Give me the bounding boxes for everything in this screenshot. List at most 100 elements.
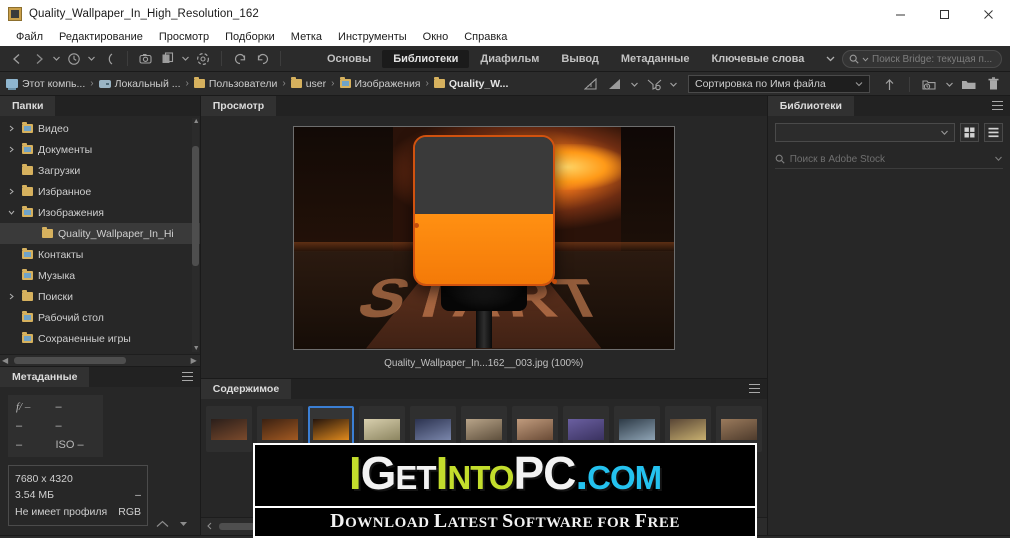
scroll-right-icon[interactable]: ▶ — [191, 356, 197, 365]
menu-help[interactable]: Справка — [456, 28, 515, 46]
filter-dropdown-icon[interactable] — [628, 73, 641, 95]
minimize-icon[interactable] — [878, 0, 922, 28]
refine-dropdown-icon[interactable] — [179, 48, 192, 70]
scrollbar-thumb[interactable] — [191, 146, 199, 266]
scroll-down-icon[interactable]: ▼ — [193, 345, 200, 352]
tree-item-label: Рабочий стол — [38, 311, 104, 324]
forward-icon[interactable] — [28, 48, 50, 70]
menu-label[interactable]: Метка — [283, 28, 330, 46]
scroll-left-icon[interactable]: ◀ — [2, 356, 8, 365]
new-folder-dropdown-icon[interactable] — [943, 73, 956, 95]
tree-item-favorites[interactable]: Избранное — [0, 181, 200, 202]
chevron-right-icon[interactable] — [8, 125, 15, 132]
funnel-dropdown-icon[interactable] — [667, 73, 680, 95]
menu-window[interactable]: Окно — [415, 28, 457, 46]
search-input[interactable]: Поиск Bridge: текущая п... — [842, 50, 1002, 68]
delete-trash-icon[interactable] — [982, 73, 1004, 95]
content-scroll-left-icon[interactable] — [206, 521, 213, 533]
folder-tree-horizontal-scrollbar[interactable]: ◀ ▶ — [0, 354, 200, 366]
sort-dropdown[interactable]: Сортировка по Имя файла — [688, 75, 870, 93]
library-select-dropdown[interactable] — [774, 123, 955, 142]
library-list-view-button[interactable] — [984, 123, 1003, 142]
thumbnail-cell[interactable] — [205, 406, 252, 452]
tab-preview[interactable]: Просмотр — [200, 96, 277, 116]
tree-item-label: Избранное — [38, 185, 92, 198]
library-grid-view-button[interactable] — [960, 123, 979, 142]
filter-funnel-icon[interactable] — [643, 73, 665, 95]
toolbar-divider-3 — [280, 51, 281, 66]
menu-tools[interactable]: Инструменты — [330, 28, 415, 46]
breadcrumb-item-current-folder[interactable]: Quality_W... — [433, 77, 508, 90]
tree-item-documents[interactable]: Документы — [0, 139, 200, 160]
recent-folders-icon[interactable] — [63, 48, 85, 70]
tree-item-video[interactable]: Видео — [0, 118, 200, 139]
camera-import-icon[interactable] — [135, 48, 157, 70]
breadcrumb-separator: › — [425, 78, 429, 89]
breadcrumb-item-computer[interactable]: Этот компь... — [6, 78, 85, 90]
preview-box-peg-left — [413, 222, 419, 228]
refine-icon[interactable] — [157, 48, 179, 70]
libraries-panel-menu-icon[interactable] — [992, 101, 1003, 110]
tab-libraries[interactable]: Библиотеки — [767, 96, 854, 116]
tab-folders[interactable]: Папки — [0, 96, 56, 116]
new-folder-icon[interactable] — [958, 73, 980, 95]
tree-item-downloads[interactable]: Загрузки — [0, 160, 200, 181]
workspace-essentials[interactable]: Основы — [316, 50, 382, 68]
folder-tree-vertical-scrollbar[interactable]: ▲ ▼ — [191, 118, 200, 352]
tree-item-saved-games[interactable]: Сохраненные игры — [0, 328, 200, 349]
menu-file[interactable]: Файл — [8, 28, 51, 46]
tab-metadata[interactable]: Метаданные — [0, 367, 90, 387]
rotate-right-icon[interactable] — [251, 48, 273, 70]
menu-view[interactable]: Просмотр — [151, 28, 217, 46]
workspace-keywords[interactable]: Ключевые слова — [700, 50, 815, 68]
workspace-filmstrip[interactable]: Диафильм — [469, 50, 550, 68]
rotate-left-icon[interactable] — [229, 48, 251, 70]
back-icon[interactable] — [6, 48, 28, 70]
preview-image[interactable]: START — [292, 125, 675, 350]
history-dropdown-icon[interactable] — [50, 48, 63, 70]
open-in-camera-raw-icon[interactable] — [192, 48, 214, 70]
sort-ascending-icon[interactable] — [878, 73, 900, 95]
computer-icon — [6, 79, 18, 90]
libraries-controls-row — [774, 123, 1003, 142]
tree-item-quality-wallpaper[interactable]: Quality_Wallpaper_In_Hi — [0, 223, 200, 244]
content-panel-menu-icon[interactable] — [748, 384, 760, 393]
filter-rating-icon[interactable] — [580, 73, 602, 95]
parent-folder-icon[interactable] — [98, 48, 120, 70]
metadata-panel-menu-icon[interactable] — [181, 372, 193, 381]
breadcrumb-item-drive[interactable]: Локальный ... — [98, 78, 180, 90]
tree-item-searches[interactable]: Поиски — [0, 286, 200, 307]
metadata-more-icon[interactable] — [179, 519, 188, 531]
breadcrumb-item-users[interactable]: Пользователи — [193, 77, 277, 90]
new-folder-timed-icon[interactable] — [919, 73, 941, 95]
filter-icon[interactable] — [604, 73, 626, 95]
close-icon[interactable] — [966, 0, 1010, 28]
chevron-right-icon[interactable] — [8, 188, 15, 195]
menu-edit[interactable]: Редактирование — [51, 28, 151, 46]
contacts-folder-icon — [22, 248, 33, 259]
metadata-panel: Метаданные f/ – – – – – ISO – 7680 x 432… — [0, 366, 200, 535]
scrollbar-thumb-h[interactable] — [14, 357, 126, 364]
tree-item-contacts[interactable]: Контакты — [0, 244, 200, 265]
watermark-divider — [255, 506, 755, 508]
adobe-stock-search-input[interactable]: Поиск в Adobe Stock — [774, 150, 1003, 169]
chevron-right-icon[interactable] — [8, 293, 15, 300]
workspace-output[interactable]: Вывод — [550, 50, 610, 68]
scroll-up-icon[interactable]: ▲ — [193, 118, 200, 125]
watermark-tagline: DOWNLOAD LATEST SOFTWARE FOR FREE — [330, 510, 680, 533]
tree-item-pictures[interactable]: Изображения — [0, 202, 200, 223]
chevron-down-icon[interactable] — [8, 209, 15, 216]
tab-content[interactable]: Содержимое — [200, 379, 292, 399]
recent-dropdown-icon[interactable] — [85, 48, 98, 70]
breadcrumb-item-user[interactable]: user — [290, 77, 326, 90]
workspace-libraries[interactable]: Библиотеки — [382, 49, 470, 68]
tree-item-desktop[interactable]: Рабочий стол — [0, 307, 200, 328]
metadata-collapse-icon[interactable] — [156, 519, 169, 531]
workspace-metadata[interactable]: Метаданные — [610, 50, 701, 68]
menu-collections[interactable]: Подборки — [217, 28, 283, 46]
pathbar-divider — [909, 76, 910, 92]
maximize-icon[interactable] — [922, 0, 966, 28]
breadcrumb-item-pictures[interactable]: Изображения — [339, 77, 421, 90]
tree-item-music[interactable]: Музыка — [0, 265, 200, 286]
chevron-right-icon[interactable] — [8, 146, 15, 153]
